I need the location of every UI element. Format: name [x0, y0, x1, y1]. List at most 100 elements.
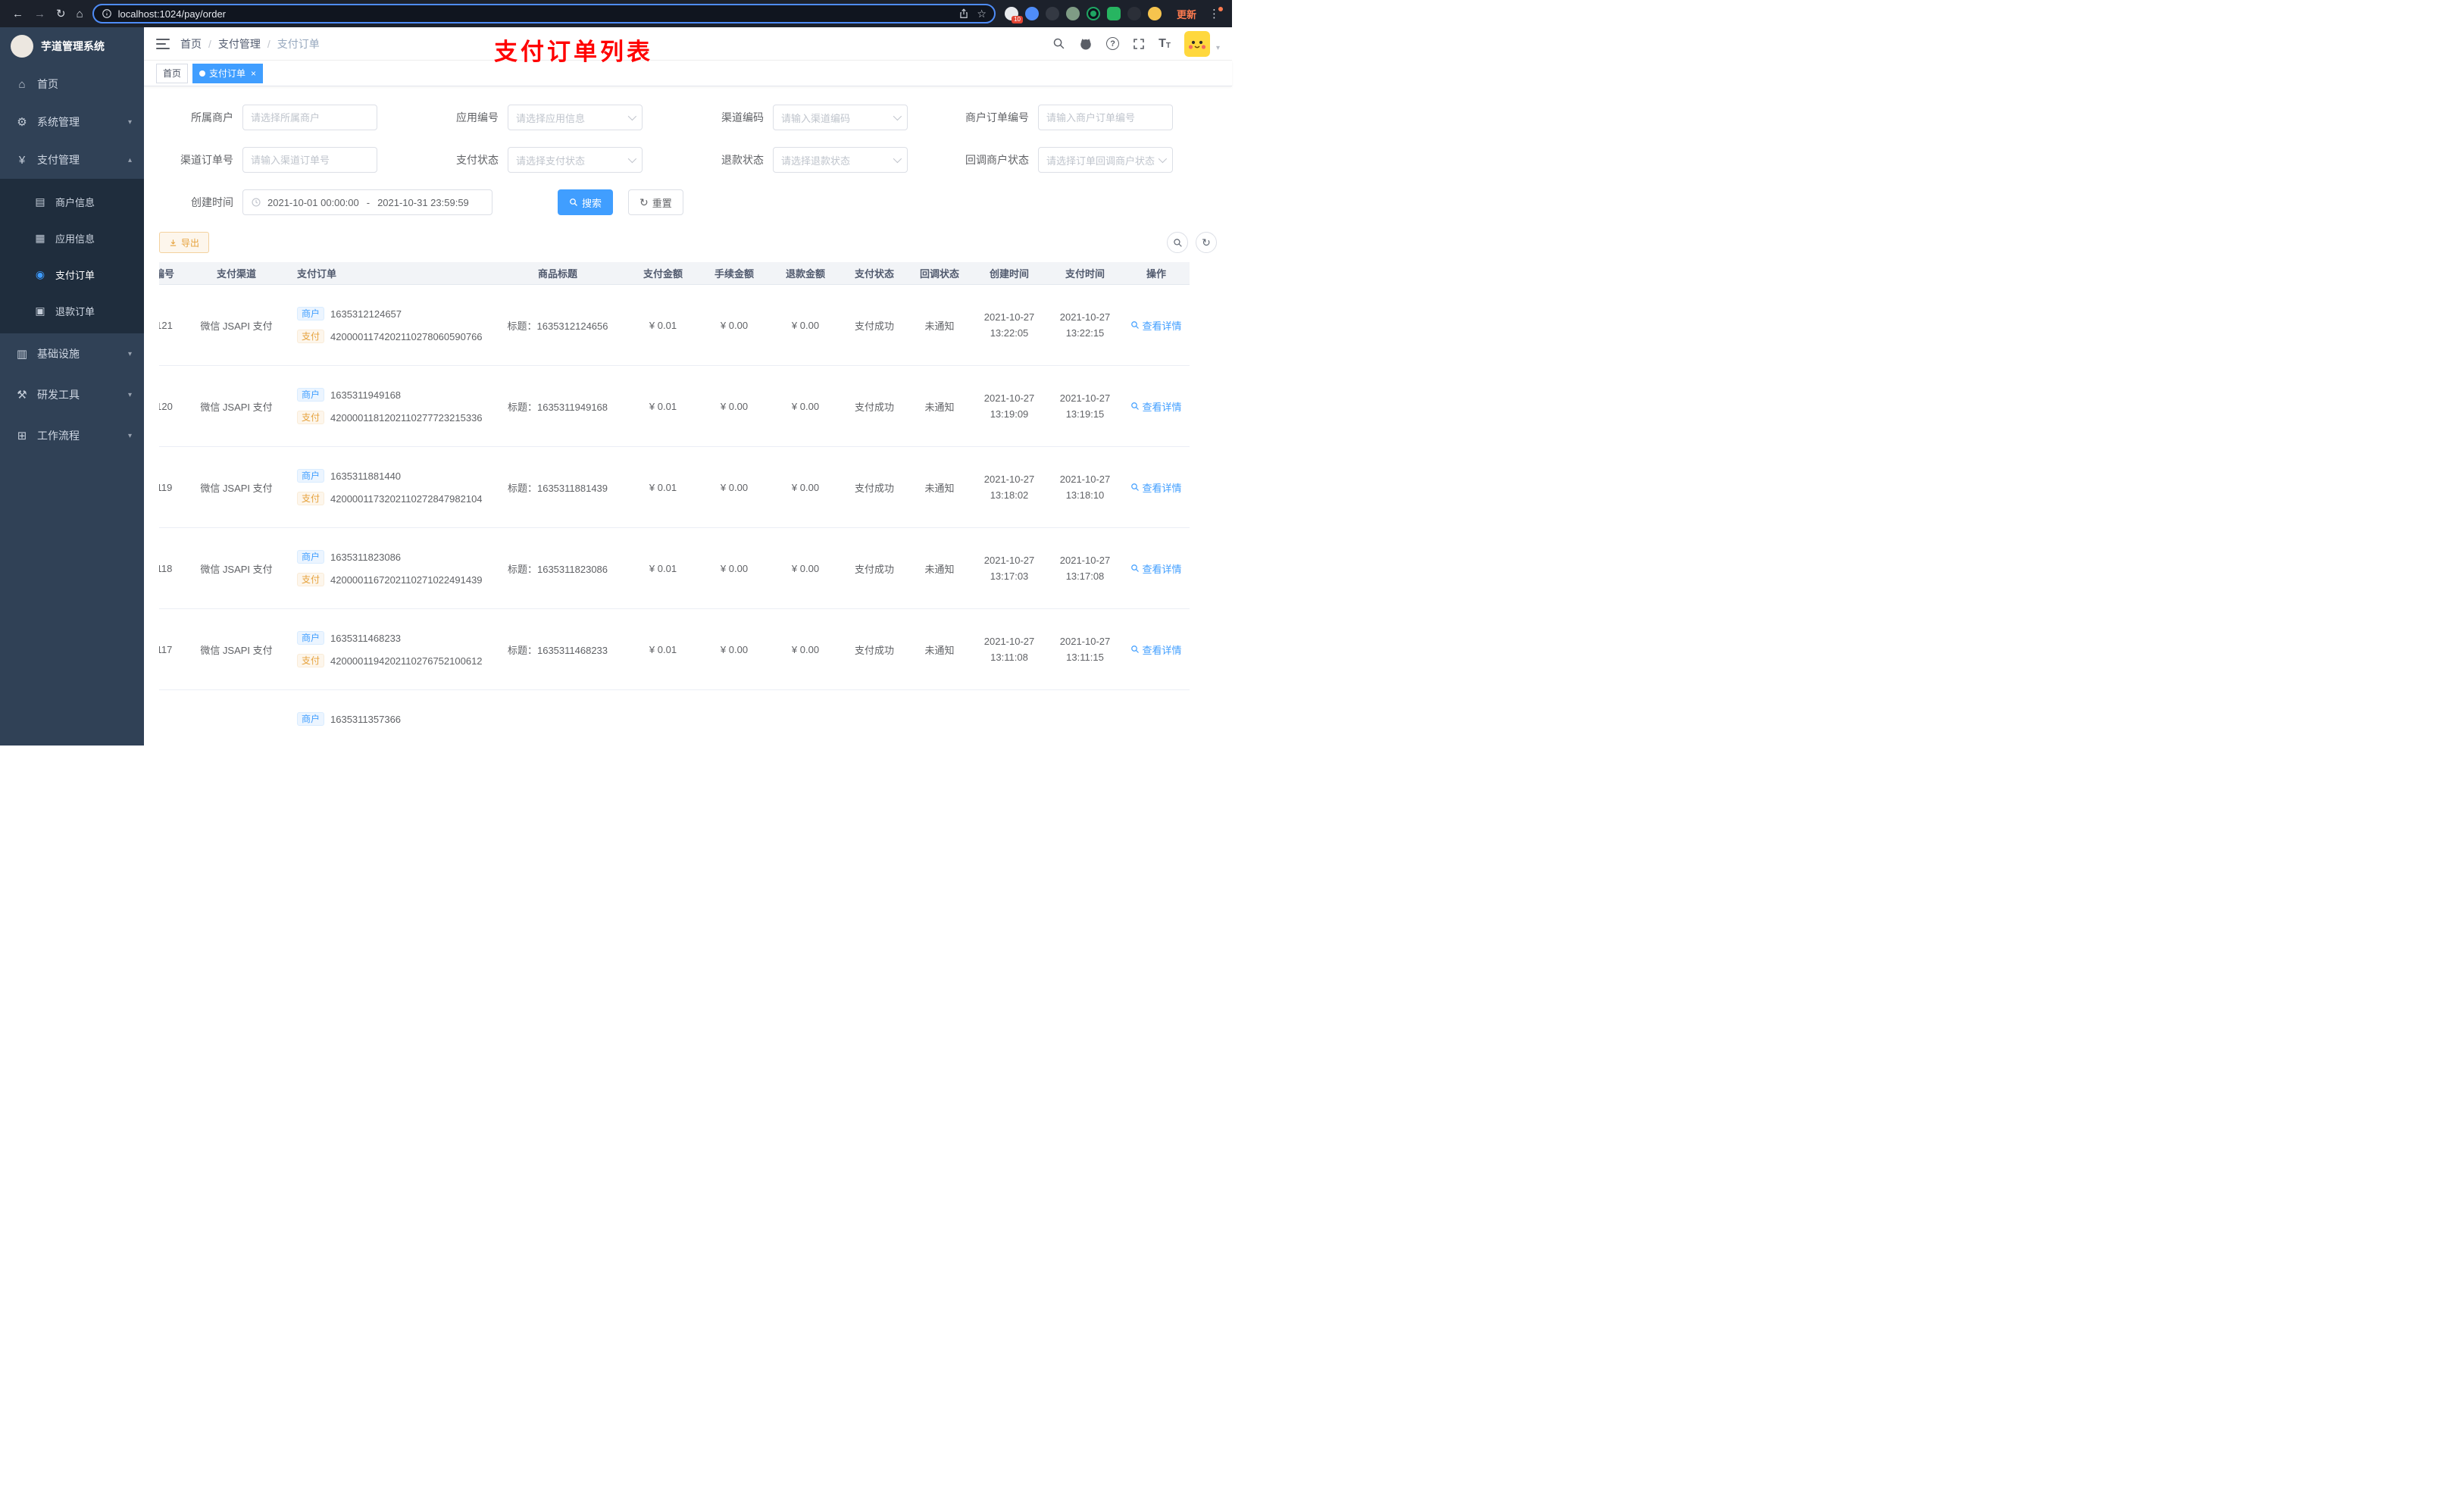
avatar-image — [1184, 30, 1210, 57]
notify-status-select[interactable]: 请选择订单回调商户状态 — [1038, 147, 1173, 173]
chevron-down-icon — [893, 154, 902, 164]
merchant-tag: 商户 — [297, 469, 325, 483]
profile-avatar-icon[interactable] — [1147, 7, 1162, 20]
channel-order-no-input[interactable] — [242, 147, 377, 173]
breadcrumb: 首页 / 支付管理 / 支付订单 — [180, 36, 320, 52]
export-button[interactable]: 导出 — [159, 232, 210, 253]
create-time-range-picker[interactable]: 2021-10-01 00:00:00 - 2021-10-31 23:59:5… — [242, 189, 492, 215]
cell-refund: ¥ 0.00 — [791, 481, 820, 493]
sidebar-item-home[interactable]: ⌂ 首页 — [0, 65, 144, 103]
sidebar-item-workflow[interactable]: ⊞ 工作流程 ▾ — [0, 415, 144, 456]
extension-icon[interactable] — [1106, 7, 1121, 20]
extension-icon[interactable] — [1045, 7, 1059, 20]
browser-update-button[interactable]: 更新 — [1171, 7, 1202, 21]
extension-icon[interactable]: 10 — [1004, 7, 1023, 23]
close-icon[interactable]: × — [251, 69, 256, 78]
reset-button[interactable]: ↻ 重置 — [628, 189, 683, 215]
breadcrumb-item[interactable]: 首页 — [180, 36, 202, 52]
back-button[interactable]: ← — [12, 8, 23, 20]
sidebar-item-refund-order[interactable]: ▣ 退款订单 — [0, 292, 144, 329]
merchant-tag: 商户 — [297, 712, 325, 726]
search-icon[interactable] — [1052, 37, 1065, 50]
view-detail-link[interactable]: 查看详情 — [1130, 399, 1182, 414]
update-dot — [1218, 7, 1223, 11]
breadcrumb-item-current: 支付订单 — [277, 37, 320, 50]
github-icon[interactable] — [1079, 37, 1093, 51]
sidebar-toggle-icon[interactable] — [156, 38, 170, 49]
cell-pay-order: 商户 1635311823086 支付 42000011672021102710… — [282, 528, 488, 608]
cell-channel: 微信 JSAPI 支付 — [200, 644, 273, 656]
cell-notify-status: 未通知 — [924, 563, 955, 575]
forward-button[interactable]: → — [34, 8, 45, 20]
pay-order-line: 支付 4200001173202110272847982104 — [297, 491, 483, 506]
filter-label: 商户订单编号 — [965, 111, 1029, 123]
main-area: 支付订单列表 首页 / 支付管理 / 支付订单 ? TT ▾ 首页 支付订单 ×… — [144, 27, 1232, 746]
refund-status-select[interactable]: 请选择退款状态 — [773, 147, 908, 173]
channel-code-select[interactable]: 请输入渠道编码 — [773, 105, 908, 130]
reload-button[interactable]: ↻ — [56, 8, 66, 20]
cell-actions: 查看详情 — [1123, 609, 1190, 689]
refresh-table-button[interactable]: ↻ — [1196, 232, 1217, 253]
cell-channel: 微信 JSAPI 支付 — [200, 563, 273, 575]
home-button[interactable]: ⌂ — [77, 8, 83, 20]
filter-form: 所属商户 应用编号 请选择应用信息 渠道编码 — [159, 105, 1217, 232]
view-detail-link[interactable]: 查看详情 — [1130, 318, 1182, 333]
extension-icon[interactable] — [1065, 7, 1080, 20]
filter-channel-order-no: 渠道订单号 — [159, 147, 377, 173]
sidebar-item-merchant-info[interactable]: ▤ 商户信息 — [0, 183, 144, 220]
merchant-select-input[interactable] — [242, 105, 377, 130]
cell-amount: ¥ 0.01 — [649, 562, 677, 574]
extensions-puzzle-icon[interactable] — [1127, 7, 1141, 20]
col-refund: 退款金额 — [785, 268, 825, 280]
cell-refund — [770, 690, 841, 746]
header-actions: ? TT ▾ — [1052, 30, 1220, 57]
view-detail-link[interactable]: 查看详情 — [1130, 480, 1182, 495]
app-no-select[interactable]: 请选择应用信息 — [508, 105, 643, 130]
sidebar-item-label: 商户信息 — [55, 196, 95, 208]
address-bar[interactable]: localhost:1024/pay/order ☆ — [92, 4, 996, 23]
sidebar-item-label: 退款订单 — [55, 305, 95, 317]
pay-clock: 13:17:08 — [1065, 570, 1105, 582]
browser-menu-button[interactable]: ⋮ — [1207, 7, 1224, 20]
toggle-search-button[interactable] — [1167, 232, 1188, 253]
sidebar-item-infra[interactable]: ▥ 基础设施 ▾ — [0, 333, 144, 374]
merchant-order-no-input[interactable] — [1038, 105, 1173, 130]
url-text: localhost:1024/pay/order — [117, 8, 227, 20]
col-pay-status: 支付状态 — [854, 268, 894, 280]
share-icon[interactable] — [958, 8, 969, 19]
cell-id — [159, 690, 191, 746]
table-toolbar: 导出 ↻ — [159, 232, 1217, 253]
font-size-icon[interactable]: TT — [1159, 37, 1171, 50]
sidebar-item-devtools[interactable]: ⚒ 研发工具 ▾ — [0, 374, 144, 415]
extension-badge: 10 — [1012, 16, 1023, 23]
chevron-down-icon: ▾ — [127, 117, 132, 127]
pay-status-select[interactable]: 请选择支付状态 — [508, 147, 643, 173]
fullscreen-icon[interactable] — [1133, 38, 1145, 50]
sidebar-item-pay[interactable]: ¥ 支付管理 ▴ — [0, 141, 144, 179]
breadcrumb-item[interactable]: 支付管理 — [218, 36, 261, 52]
cell-fee: ¥ 0.00 — [720, 562, 749, 574]
view-detail-link[interactable]: 查看详情 — [1130, 642, 1182, 657]
help-icon[interactable]: ? — [1106, 37, 1120, 50]
user-avatar[interactable] — [1184, 30, 1210, 57]
cell-pay-time: 2021-10-27 13:11:15 — [1047, 609, 1123, 689]
extension-icon[interactable] — [1086, 7, 1100, 20]
sidebar-item-app-info[interactable]: ▦ 应用信息 — [0, 220, 144, 256]
view-detail-link[interactable]: 查看详情 — [1130, 561, 1182, 576]
search-button[interactable]: 搜索 — [558, 189, 614, 215]
table-row: 120 微信 JSAPI 支付 商户 1635311949168 支付 4200… — [159, 366, 1190, 447]
cell-title: 标题：1635312124656 — [507, 320, 608, 332]
tab-pay-order[interactable]: 支付订单 × — [192, 63, 264, 83]
app-title: 芋道管理系统 — [41, 40, 105, 52]
gear-icon: ⚙ — [17, 116, 27, 129]
pay-clock: 13:19:15 — [1065, 408, 1105, 420]
sidebar-item-pay-order[interactable]: ◉ 支付订单 — [0, 256, 144, 292]
chevron-down-icon[interactable]: ▾ — [1216, 44, 1220, 52]
tab-label: 支付订单 — [209, 68, 246, 79]
bookmark-star-icon[interactable]: ☆ — [977, 8, 987, 20]
table-header-row: 编号 支付渠道 支付订单 商品标题 支付金额 手续金额 退款金额 支付状态 回调… — [159, 262, 1190, 285]
sidebar-item-system[interactable]: ⚙ 系统管理 ▾ — [0, 103, 144, 141]
extension-icon[interactable] — [1024, 7, 1039, 20]
tab-home[interactable]: 首页 — [156, 63, 189, 83]
cell-pay-order: 商户 1635311357366 — [282, 690, 488, 746]
